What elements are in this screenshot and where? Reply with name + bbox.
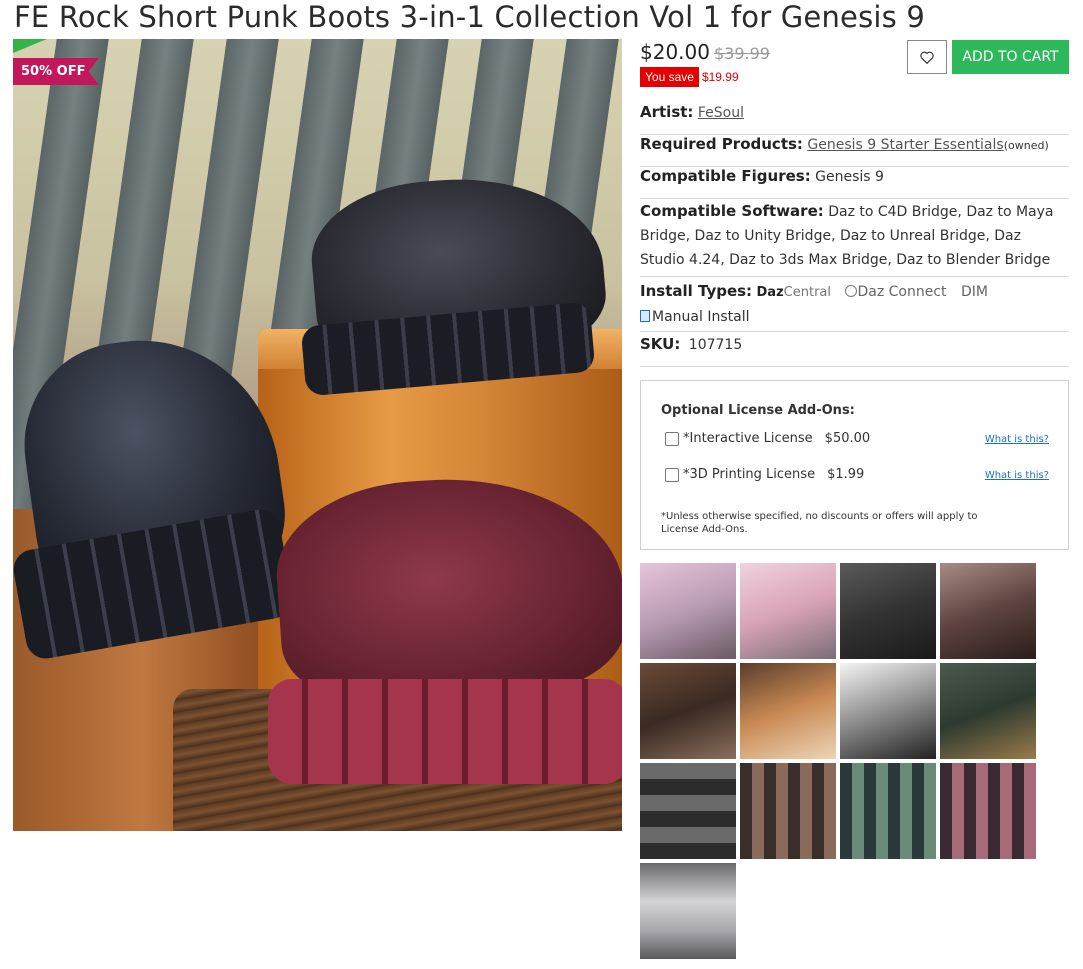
interactive-license-price: $50.00 — [824, 431, 871, 446]
manual-install-option[interactable]: Manual Install — [640, 309, 749, 325]
software-label: Compatible Software: — [640, 202, 824, 220]
thumbnail[interactable] — [640, 663, 736, 759]
dazcentral-logo[interactable]: DazCentral — [757, 284, 831, 300]
savings-info: You save $19.99 — [640, 67, 739, 87]
required-products-row: Required Products: Genesis 9 Starter Ess… — [640, 135, 1069, 167]
figures-value: Genesis 9 — [815, 169, 884, 185]
printing-license-checkbox[interactable] — [665, 467, 679, 482]
dazconnect-option[interactable]: Daz Connect — [845, 284, 947, 300]
heart-outline-icon — [920, 51, 934, 64]
add-to-cart-button[interactable]: ADD TO CART — [952, 40, 1069, 74]
current-price: $20.00 — [640, 40, 710, 64]
thumbnail[interactable] — [640, 563, 736, 659]
thumbnail[interactable] — [840, 663, 936, 759]
required-label: Required Products: — [640, 135, 803, 153]
sku-label: SKU: — [640, 335, 681, 353]
artist-link[interactable]: FeSoul — [698, 105, 744, 121]
thumbnail[interactable] — [640, 763, 736, 859]
you-save-amount: $19.99 — [701, 70, 739, 84]
original-price: $39.99 — [713, 44, 770, 63]
interactive-license-option: *Interactive License $50.00 — [665, 431, 870, 446]
figures-label: Compatible Figures: — [640, 167, 811, 185]
thumbnail[interactable] — [940, 563, 1036, 659]
install-label: Install Types: — [640, 282, 753, 300]
license-note: *Unless otherwise specified, no discount… — [661, 511, 978, 535]
artist-row: Artist: FeSoul — [640, 103, 1069, 135]
main-product-image[interactable] — [13, 39, 622, 831]
download-file-icon — [640, 310, 650, 322]
interactive-license-label: *Interactive License — [683, 431, 813, 446]
printing-license-help-link[interactable]: What is this? — [985, 470, 1049, 481]
new-corner-flag — [13, 39, 47, 53]
thumbnail[interactable] — [940, 663, 1036, 759]
sku-value: 107715 — [688, 337, 743, 353]
printing-license-price: $1.99 — [827, 467, 865, 482]
required-product-link[interactable]: Genesis 9 Starter Essentials — [807, 137, 1003, 153]
thumbnail[interactable] — [740, 663, 836, 759]
product-title: FE Rock Short Punk Boots 3-in-1 Collecti… — [14, 0, 926, 34]
software-row: Compatible Software: Daz to C4D Bridge, … — [640, 199, 1069, 277]
owned-note: (owned) — [1003, 139, 1049, 152]
thumbnail[interactable] — [840, 563, 936, 659]
thumbnail[interactable] — [640, 863, 736, 959]
you-save-label: You save — [640, 67, 699, 87]
printing-license-label: *3D Printing License — [683, 467, 816, 482]
daz-connect-icon — [845, 285, 858, 297]
license-title: Optional License Add-Ons: — [661, 403, 855, 418]
thumbnail[interactable] — [740, 563, 836, 659]
artist-label: Artist: — [640, 103, 694, 121]
thumbnail[interactable] — [840, 763, 936, 859]
install-types-row: Install Types: DazCentral Daz Connect DI… — [640, 279, 1069, 332]
sku-row: SKU: 107715 — [640, 335, 1069, 367]
printing-license-option: *3D Printing License $1.99 — [665, 467, 864, 482]
price-block: $20.00 $39.99 — [640, 40, 770, 64]
thumbnail[interactable] — [940, 763, 1036, 859]
license-addons-box: Optional License Add-Ons: *Interactive L… — [640, 380, 1069, 550]
discount-badge: 50% OFF — [13, 58, 99, 85]
wishlist-button[interactable] — [907, 40, 947, 74]
interactive-license-checkbox[interactable] — [665, 431, 679, 446]
thumbnail[interactable] — [740, 763, 836, 859]
dim-option[interactable]: DIM — [961, 284, 988, 300]
figures-row: Compatible Figures: Genesis 9 — [640, 167, 1069, 199]
interactive-license-help-link[interactable]: What is this? — [985, 434, 1049, 445]
